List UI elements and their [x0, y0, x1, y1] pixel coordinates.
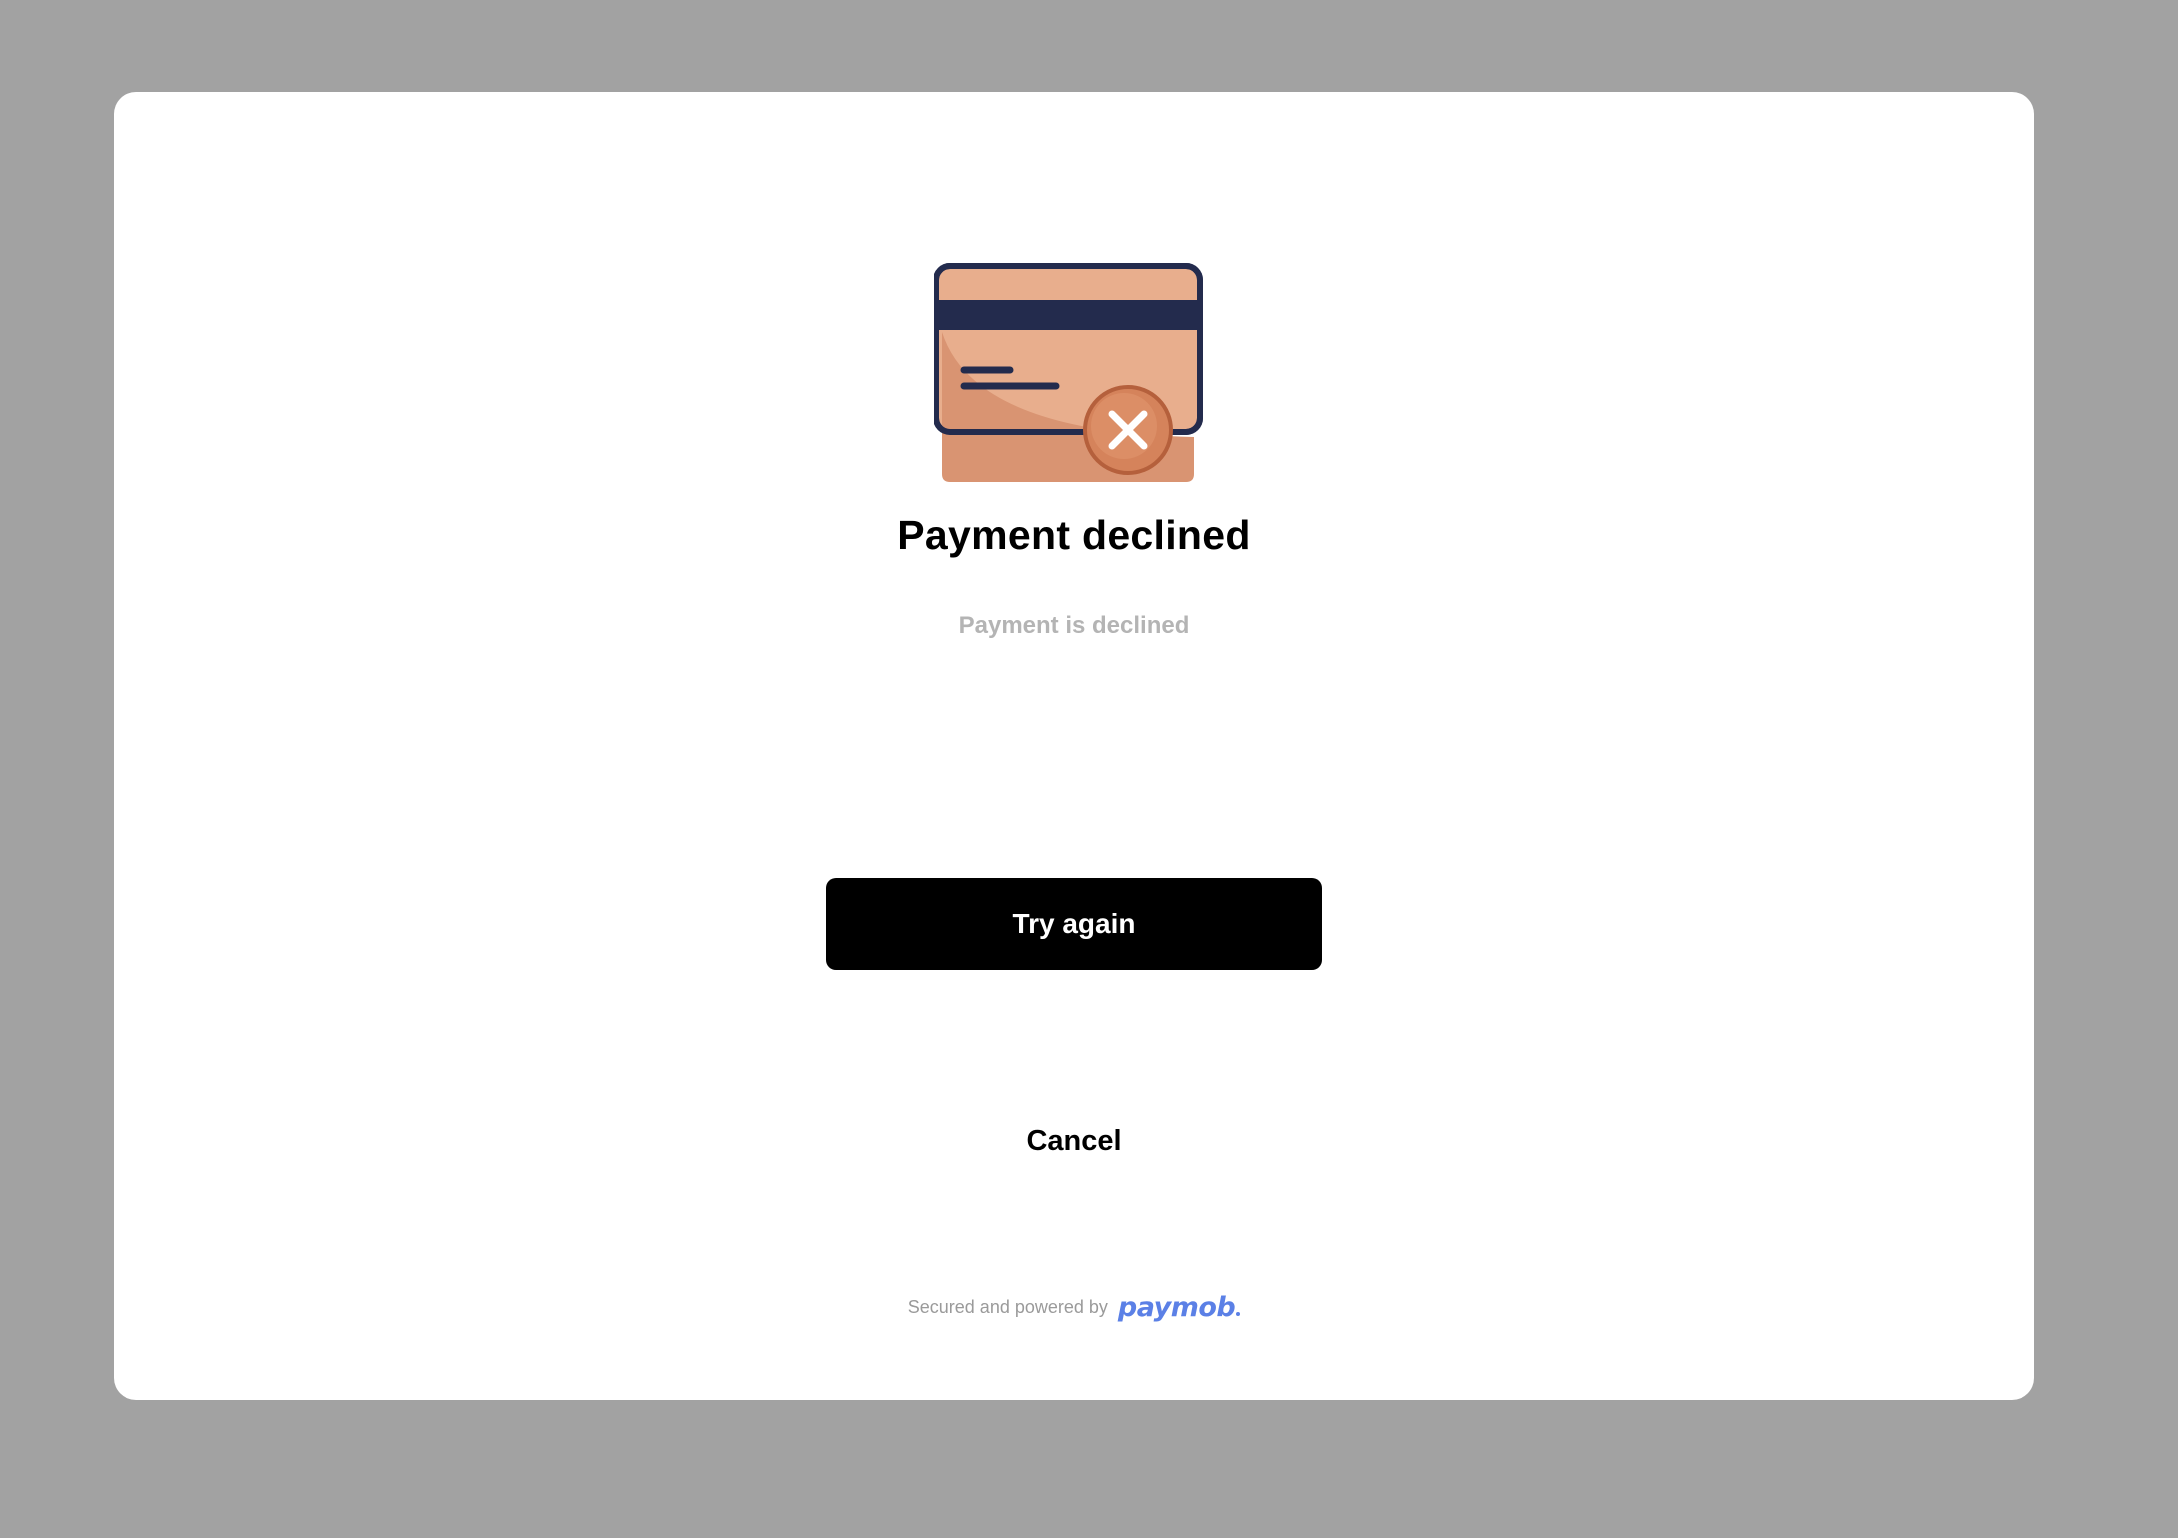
payment-result-dialog: Payment declined Payment is declined Try… — [114, 92, 2034, 1400]
declined-credit-card-icon — [934, 262, 1304, 502]
powered-by-footer: Secured and powered by paymob — [114, 1292, 2034, 1323]
brand-dot — [1236, 1312, 1241, 1316]
page-title: Payment declined — [897, 512, 1251, 558]
status-message: Payment is declined — [958, 612, 1190, 639]
close-icon — [1083, 385, 1173, 475]
try-again-button[interactable]: Try again — [826, 878, 1322, 970]
paymob-logo: paymob — [1117, 1292, 1241, 1323]
footer-text: Secured and powered by — [907, 1297, 1108, 1317]
brand-name: paymob — [1117, 1292, 1236, 1323]
cancel-button[interactable]: Cancel — [974, 1116, 1174, 1166]
